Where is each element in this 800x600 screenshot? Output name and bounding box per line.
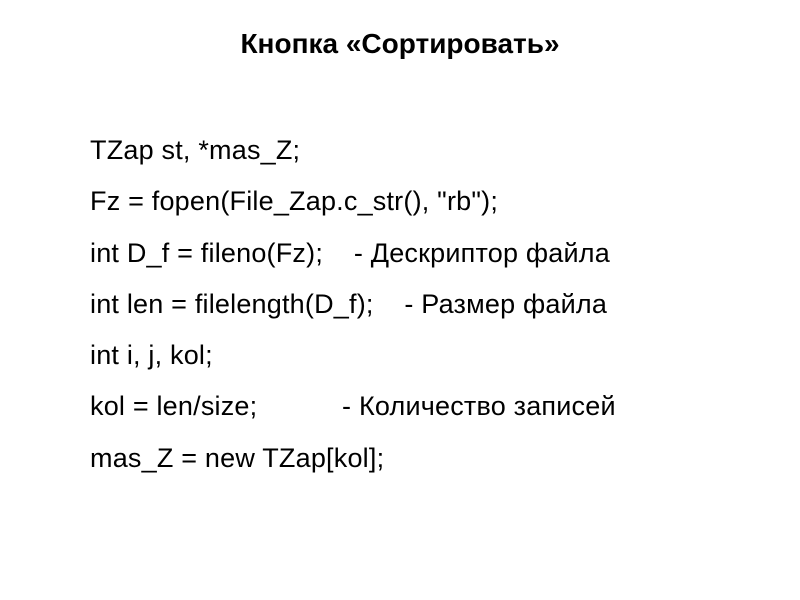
code-line: int i, j, kol; (90, 330, 710, 381)
code-line: Fz = fopen(File_Zap.c_str(), "rb"); (90, 176, 710, 227)
code-line: int D_f = fileno(Fz); - Дескриптор файла (90, 228, 710, 279)
code-block: TZap st, *mas_Z; Fz = fopen(File_Zap.c_s… (90, 125, 710, 484)
code-line: int len = filelength(D_f); - Размер файл… (90, 279, 710, 330)
slide: Кнопка «Сортировать» TZap st, *mas_Z; Fz… (0, 0, 800, 600)
code-line: TZap st, *mas_Z; (90, 125, 710, 176)
code-line: mas_Z = new TZap[kol]; (90, 433, 710, 484)
code-line: kol = len/size; - Количество записей (90, 381, 710, 432)
slide-title: Кнопка «Сортировать» (90, 28, 710, 60)
